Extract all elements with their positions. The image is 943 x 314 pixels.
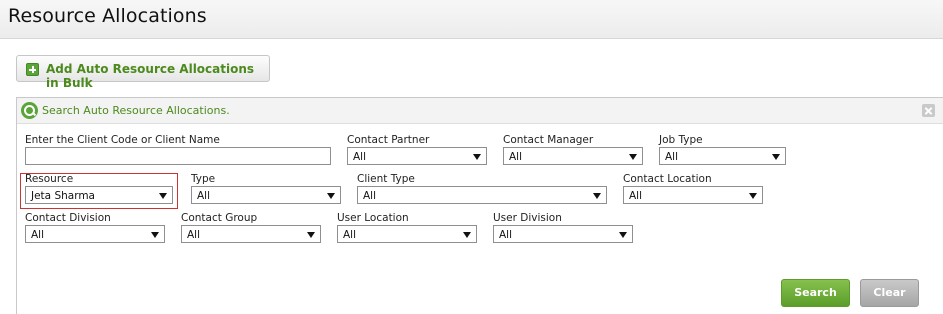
plus-icon [26,63,39,76]
dropdown-arrow-icon [749,193,757,199]
contact-division-value: All [31,229,45,241]
contact-manager-value: All [509,151,523,163]
user-division-label: User Division [493,212,562,224]
contact-group-label: Contact Group [181,212,258,224]
type-value: All [197,190,211,202]
dropdown-arrow-icon [159,193,167,199]
page-header: Resource Allocations [0,0,943,39]
dropdown-arrow-icon [619,232,627,238]
dropdown-arrow-icon [151,232,159,238]
add-bulk-allocations-label: Add Auto Resource Allocations in Bulk [46,62,255,90]
contact-partner-value: All [353,151,367,163]
job-type-select[interactable]: All [659,147,786,165]
user-location-value: All [343,229,357,241]
resource-value: Jeta Sharma [31,190,95,202]
client-field-label: Enter the Client Code or Client Name [25,134,220,146]
dropdown-arrow-icon [473,154,481,160]
contact-group-select[interactable]: All [181,225,321,243]
search-icon [21,102,38,119]
dropdown-arrow-icon [772,154,780,160]
contact-manager-select[interactable]: All [503,147,643,165]
client-type-label: Client Type [357,173,415,185]
dropdown-arrow-icon [593,193,601,199]
search-panel-header: Search Auto Resource Allocations. [17,98,943,124]
dropdown-arrow-icon [327,193,335,199]
dropdown-arrow-icon [463,232,471,238]
resource-select[interactable]: Jeta Sharma [25,186,173,204]
close-icon[interactable] [922,104,935,117]
user-location-label: User Location [337,212,409,224]
search-panel-title: Search Auto Resource Allocations. [42,104,230,117]
page-title: Resource Allocations [8,5,207,27]
type-select[interactable]: All [191,186,341,204]
type-label: Type [191,173,216,185]
contact-location-select[interactable]: All [623,186,763,204]
dropdown-arrow-icon [629,154,637,160]
contact-partner-label: Contact Partner [347,134,430,146]
user-division-select[interactable]: All [493,225,633,243]
add-bulk-allocations-button[interactable]: Add Auto Resource Allocations in Bulk [16,55,270,90]
contact-division-label: Contact Division [25,212,111,224]
contact-division-select[interactable]: All [25,225,165,243]
search-button[interactable]: Search [781,279,850,307]
job-type-label: Job Type [659,134,703,146]
contact-group-value: All [187,229,201,241]
clear-button[interactable]: Clear [860,279,919,307]
client-search-input[interactable] [25,147,331,165]
client-type-select[interactable]: All [357,186,607,204]
contact-partner-select[interactable]: All [347,147,487,165]
user-division-value: All [499,229,513,241]
job-type-value: All [665,151,679,163]
user-location-select[interactable]: All [337,225,477,243]
dropdown-arrow-icon [307,232,315,238]
resource-label: Resource [25,173,74,185]
contact-location-value: All [629,190,643,202]
contact-manager-label: Contact Manager [503,134,594,146]
client-type-value: All [363,190,377,202]
contact-location-label: Contact Location [623,173,712,185]
